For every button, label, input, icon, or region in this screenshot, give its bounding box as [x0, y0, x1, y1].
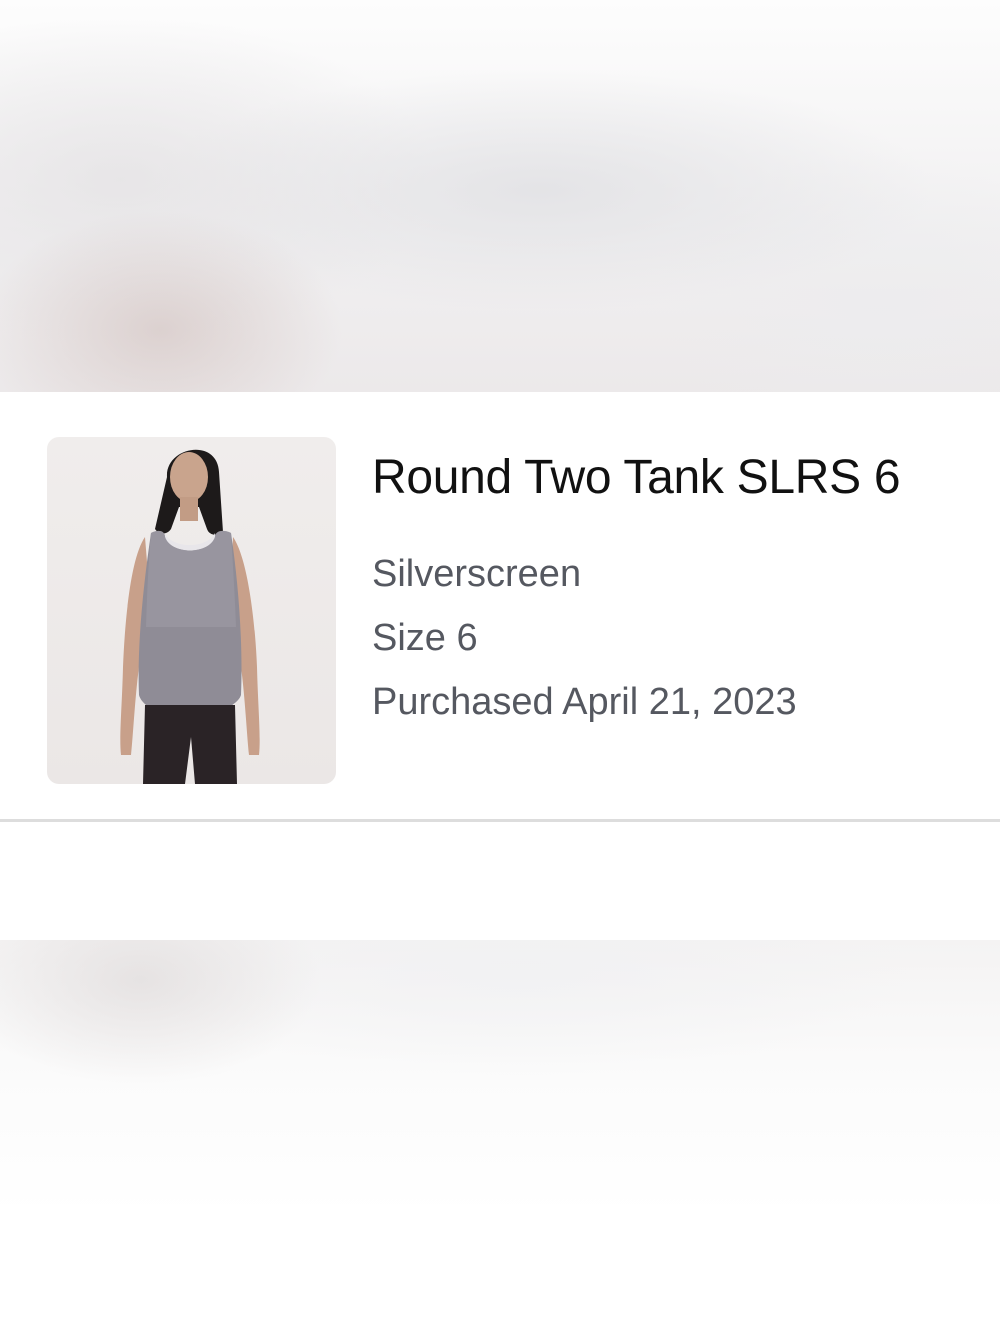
divider [0, 819, 1000, 822]
purchase-date: Purchased April 21, 2023 [372, 681, 797, 723]
blurred-background-top [0, 0, 1000, 392]
blurred-background-bottom [0, 940, 1000, 1333]
product-thumbnail[interactable] [47, 437, 336, 784]
product-color: Silverscreen [372, 553, 582, 595]
product-size: Size 6 [372, 617, 478, 659]
product-photo-icon [120, 449, 260, 784]
product-title[interactable]: Round Two Tank SLRS 6 [372, 450, 901, 505]
screen: Round Two Tank SLRS 6 Silverscreen Size … [0, 0, 1000, 1333]
purchase-item-card[interactable]: Round Two Tank SLRS 6 Silverscreen Size … [0, 392, 1000, 940]
